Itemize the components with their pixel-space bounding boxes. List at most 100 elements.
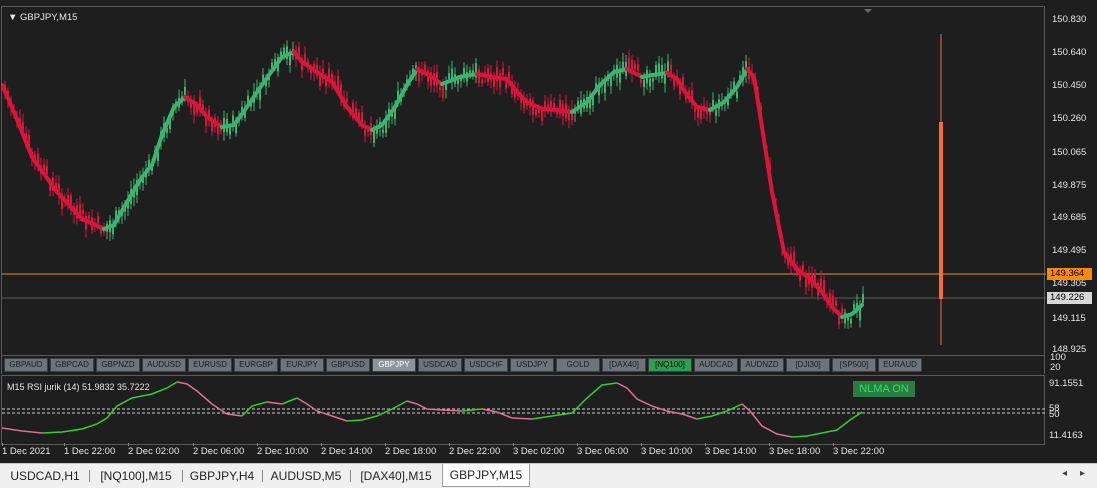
rsi-line [281,397,298,405]
nlma-toggle-button[interactable]: NLMA ON [853,381,915,397]
time-tick: 2 Dec 02:00 [128,446,180,457]
time-tick-mark [2,443,3,446]
price-tick: 150.640 [1052,47,1087,58]
symbol-button-gold[interactable]: GOLD [556,358,600,372]
candle-body [835,300,837,306]
symbol-button-eurjpy[interactable]: EURJPY [280,358,324,372]
price-chart[interactable]: ▼ GBPJPY,M15 [1,6,1046,357]
time-tick: 2 Dec 22:00 [449,446,501,457]
tab-scroll-left-icon[interactable]: ◂ [1062,468,1067,479]
indicator-axis[interactable]: 91.1551 58 50 11.4163 [1046,375,1097,445]
time-tick: 3 Dec 02:00 [513,446,565,457]
time-tick: 3 Dec 22:00 [833,446,885,457]
moving-average-line [2,83,106,231]
rsi-line [531,382,618,420]
shift-marker-icon [864,9,872,13]
tab-nq100-m15[interactable]: [NQ100],M15 [92,467,180,485]
time-tick: 1 Dec 22:00 [64,446,116,457]
candle-body [97,216,99,224]
time-tick-mark [385,443,386,446]
candles-group [4,40,864,329]
price-tick: 149.875 [1052,180,1087,191]
symbol-button-usdjpy[interactable]: USDJPY [510,358,554,372]
symbol-button-gbpcad[interactable]: GBPCAD [50,358,94,372]
symbol-button-audnzd[interactable]: AUDNZD [740,358,784,372]
chart-tabs-bar: USDCAD,H1 [NQ100],M15 GBPJPY,H4 AUDUSD,M… [0,463,1097,488]
chart-window: ▼ GBPJPY,M15 150.830 150.640 150.450 150.26… [0,0,1097,463]
candle-body [364,128,366,136]
rsi-line [616,382,698,420]
symbol-button-gbpusd[interactable]: GBPUSD [326,358,370,372]
price-axis[interactable]: 150.830 150.640 150.450 150.260 150.065 149.8… [1046,6,1097,356]
time-tick-mark [449,443,450,446]
candle-body [697,109,699,119]
candle-body [463,67,465,75]
symbol-button-audcad[interactable]: AUDCAD [694,358,738,372]
price-tick: 149.685 [1052,212,1087,223]
indicator-tick: 91.1551 [1049,378,1084,389]
time-tick-mark [513,443,514,446]
candle-body [649,78,651,87]
candle-body [736,91,738,98]
range-bar [939,122,943,299]
time-tick: 2 Dec 10:00 [257,446,309,457]
price-chart-canvas[interactable] [2,7,1046,357]
time-tick-mark [128,443,129,446]
rsi-indicator-panel[interactable]: M15 RSI jurik (14) 51.9832 35.7222 NLMA … [1,375,1046,445]
tab-gbpjpy-h4[interactable]: GBPJPY,H4 [186,467,258,485]
rsi-line [346,400,408,422]
tab-usdcad-h1[interactable]: USDCAD,H1 [4,467,86,485]
candle-body [82,209,84,215]
time-tick-mark [641,443,642,446]
symbol-button-dji30[interactable]: [DJI30] [786,358,830,372]
moving-average-line [415,67,444,86]
symbol-button-bar: GBPAUD GBPCAD GBPNZD AUDUSD EURUSD EURGBP EURJ… [1,356,1045,374]
candle-body [640,79,642,84]
time-tick-mark [577,443,578,446]
tab-dax40-m15[interactable]: [DAX40],M15 [354,467,438,485]
symbol-button-eurgbp[interactable]: EURGBP [234,358,278,372]
indicator-tick: 11.4163 [1049,430,1083,441]
symbol-button-dax40[interactable]: [DAX40] [602,358,646,372]
candle-body [643,79,645,88]
symbol-button-usdchf[interactable]: USDCHF [464,358,508,372]
time-tick: 3 Dec 14:00 [705,446,757,457]
candle-body [850,318,852,324]
symbol-button-nq100[interactable]: [NQ100] [648,358,692,372]
time-axis[interactable]: 1 Dec 2021 1 Dec 22:00 2 Dec 02:00 2 Dec 06… [0,443,1046,461]
tab-separator [89,470,90,482]
tab-audusd-m5[interactable]: AUDUSD,M5 [266,467,346,485]
time-tick-mark [64,443,65,446]
candle-body [46,166,48,175]
candle-body [499,73,501,88]
time-tick: 3 Dec 18:00 [769,446,821,457]
time-tick: 3 Dec 06:00 [577,446,629,457]
price-tick: 150.830 [1052,14,1087,25]
moving-average-line [640,71,669,79]
button-axis-tick: 20 [1050,362,1061,373]
candle-body [652,78,654,82]
symbol-button-euraud[interactable]: EURAUD [878,358,922,372]
time-tick: 3 Dec 10:00 [641,446,693,457]
chart-title-text: GBPJPY,M15 [20,12,78,23]
symbol-button-gbpaud[interactable]: GBPAUD [4,358,48,372]
symbol-button-gbpnzd[interactable]: GBPNZD [96,358,140,372]
symbol-button-audusd[interactable]: AUDUSD [142,358,186,372]
symbol-button-gbpjpy[interactable]: GBPJPY [372,358,416,372]
price-tick: 150.450 [1052,80,1087,91]
candle-body [229,127,231,135]
rsi-line [266,401,283,405]
price-tick: 149.495 [1052,245,1087,256]
symbol-button-usdcad[interactable]: USDCAD [418,358,462,372]
time-tick-mark [257,443,258,446]
symbol-button-sp500[interactable]: [SP500] [832,358,876,372]
tab-gbpjpy-m15[interactable]: GBPJPY,M15 [442,464,530,487]
candle-body [481,79,483,84]
candle-body [862,293,864,303]
tab-scroll-right-icon[interactable]: ▸ [1080,468,1085,479]
symbol-button-eurusd[interactable]: EURUSD [188,358,232,372]
moving-average-line [440,72,479,86]
tab-separator [262,470,263,482]
candle-body [382,129,384,133]
candle-body [304,53,306,62]
